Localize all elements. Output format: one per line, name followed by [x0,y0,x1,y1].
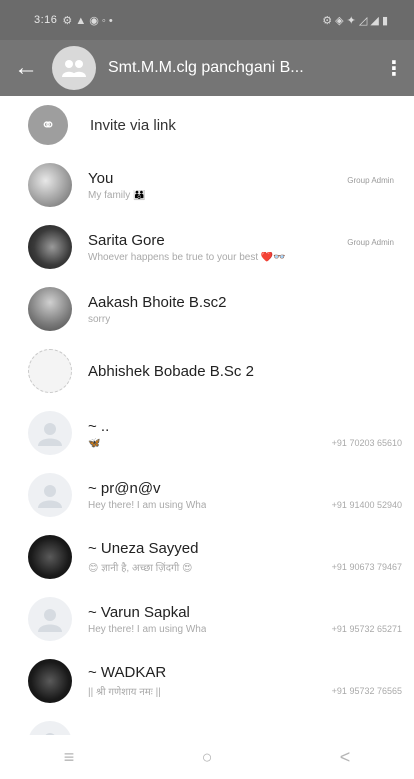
member-phone: +91 90673 79467 [331,562,402,572]
nav-back-icon[interactable]: < [315,735,375,779]
app-bar: ← Smt.M.M.clg panchgani B... ⋮ [0,40,414,96]
member-about: 😊 ज्ञानी है, अच्छा ज़िंदगी 😍 [88,563,193,574]
member-phone: +91 70203 65610 [331,438,402,448]
default-avatar-icon[interactable] [28,411,72,455]
group-admin-badge: Group Admin [347,237,394,247]
member-bottom-line: 😊 ज्ञानी है, अच्छा ज़िंदगी 😍 +91 90673 79… [88,560,402,574]
member-name: You [88,169,114,187]
members-container: You Group Admin My family 👪 Sarita Gore Grou… [0,154,414,774]
member-bottom-line: || श्री गणेशाय नमः || +91 95732 76565 [88,684,402,698]
member-name: ~ pr@n@v [88,479,161,497]
member-row[interactable]: Sarita Gore Group Admin Whoever happens be… [0,216,414,278]
member-row[interactable]: ~ Uneza Sayyed 😊 ज्ञानी है, अच्छा ज़िंदगी… [0,526,414,588]
link-icon: ⚭ [28,105,68,145]
member-about: sorry [88,313,111,325]
participants-list: ⚭ Invite via link You Group Admin My famil… [0,96,414,774]
member-about: Hey there! I am using Wha [88,623,207,635]
member-row[interactable]: You Group Admin My family 👪 [0,154,414,216]
member-name: ~ .. [88,417,110,435]
member-row[interactable]: ~ Varun Sapkal Hey there! I am using Wha +… [0,588,414,650]
status-system-icons: ⚙ ◈ ✦ ◿ ◢ ▮ [322,14,388,27]
member-name: Sarita Gore [88,231,165,249]
member-info: ~ Varun Sapkal Hey there! I am using Wha +… [88,604,402,635]
avatar[interactable] [28,163,72,207]
member-about: || श्री गणेशाय नमः || [88,687,161,698]
member-top-line: ~ Varun Sapkal [88,604,402,621]
status-right: ⚙ ◈ ✦ ◿ ◢ ▮ [322,14,388,27]
member-bottom-line: Hey there! I am using Wha +91 95732 65271 [88,624,402,635]
invite-label: Invite via link [90,116,176,134]
member-info: ~ pr@n@v Hey there! I am using Wha +91 914… [88,480,402,511]
member-top-line: ~ pr@n@v [88,480,402,497]
member-row[interactable]: ~ WADKAR || श्री गणेशाय नमः || +91 95732 7… [0,650,414,712]
group-title[interactable]: Smt.M.M.clg panchgani B... [108,59,374,77]
recent-apps-icon[interactable]: ≡ [39,735,99,779]
member-info: ~ .. 🦋 +91 70203 65610 [88,418,402,449]
back-arrow-icon[interactable]: ← [0,40,52,96]
group-people-icon [62,60,86,77]
member-info: ~ WADKAR || श्री गणेशाय नमः || +91 95732 7… [88,664,402,698]
member-bottom-line: sorry [88,314,402,325]
avatar[interactable] [28,535,72,579]
default-avatar-icon[interactable] [28,473,72,517]
status-bar: 3:16 ⚙ ▲ ◉ ◦ • ⚙ ◈ ✦ ◿ ◢ ▮ [0,0,414,40]
member-about: My family 👪 [88,189,146,201]
home-icon[interactable]: ○ [177,735,237,779]
member-top-line: You Group Admin [88,170,402,187]
member-top-line: ~ .. [88,418,402,435]
group-avatar[interactable] [52,46,96,90]
member-name: ~ Uneza Sayyed [88,540,199,557]
member-info: ~ Uneza Sayyed 😊 ज्ञानी है, अच्छा ज़िंदगी… [88,540,402,574]
more-vert-icon[interactable]: ⋮ [374,40,414,96]
member-name: ~ Varun Sapkal [88,603,190,621]
member-phone: +91 95732 76565 [331,686,402,696]
group-admin-badge: Group Admin [347,175,394,185]
member-bottom-line: Whoever happens be true to your best ❤️👓 [88,252,402,263]
invite-via-link-row[interactable]: ⚭ Invite via link [0,96,414,154]
member-row[interactable]: Abhishek Bobade B.Sc 2 [0,340,414,402]
member-about: 🦋 [88,437,101,449]
member-about: Whoever happens be true to your best ❤️👓 [88,251,286,263]
avatar[interactable] [28,287,72,331]
member-info: Aakash Bhoite B.sc2 sorry [88,294,402,325]
member-about: Hey there! I am using Wha [88,499,207,511]
member-info: Abhishek Bobade B.Sc 2 [88,363,402,380]
member-phone: +91 95732 65271 [331,624,402,634]
member-bottom-line: Hey there! I am using Wha +91 91400 52940 [88,500,402,511]
member-bottom-line: My family 👪 [88,190,402,201]
avatar[interactable] [28,349,72,393]
member-top-line: Sarita Gore Group Admin [88,232,402,249]
member-info: You Group Admin My family 👪 [88,170,402,201]
member-top-line: ~ WADKAR [88,664,402,681]
member-bottom-line: 🦋 +91 70203 65610 [88,438,402,449]
member-top-line: Abhishek Bobade B.Sc 2 [88,363,254,380]
member-row[interactable]: Aakash Bhoite B.sc2 sorry [0,278,414,340]
status-notification-icons: ⚙ ▲ ◉ ◦ • [62,14,113,27]
member-phone: +91 91400 52940 [331,500,402,510]
member-name: Abhishek Bobade B.Sc 2 [88,362,254,380]
member-name: ~ WADKAR [88,664,167,681]
member-row[interactable]: ~ pr@n@v Hey there! I am using Wha +91 914… [0,464,414,526]
member-name: Aakash Bhoite B.sc2 [88,293,227,311]
member-top-line: ~ Uneza Sayyed [88,540,402,557]
status-time: 3:16 [34,14,58,26]
member-info: Sarita Gore Group Admin Whoever happens be… [88,232,402,263]
default-avatar-icon[interactable] [28,597,72,641]
avatar[interactable] [28,659,72,703]
member-top-line: Aakash Bhoite B.sc2 [88,294,402,311]
status-left: 3:16 ⚙ ▲ ◉ ◦ • [34,14,113,27]
avatar[interactable] [28,225,72,269]
member-row[interactable]: ~ .. 🦋 +91 70203 65610 [0,402,414,464]
system-nav-bar: ≡ ○ < [0,735,414,779]
